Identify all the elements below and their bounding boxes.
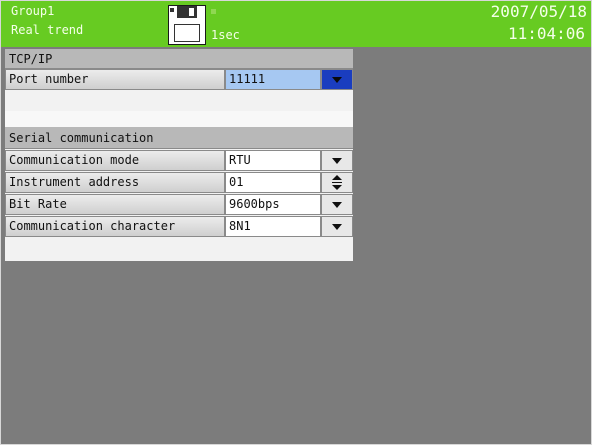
chevron-down-icon	[332, 158, 342, 164]
chevron-down-icon	[332, 202, 342, 208]
screen: Group1 Real trend 1sec 2007/05/18 11:04:…	[0, 0, 592, 445]
bit-rate-dropdown-button[interactable]	[321, 194, 353, 215]
spinner-down-icon[interactable]	[332, 185, 342, 190]
chevron-down-icon	[332, 224, 342, 230]
communication-mode-row[interactable]: Communication mode RTU	[5, 150, 353, 171]
port-number-field[interactable]: 11111	[225, 69, 321, 90]
instrument-address-field[interactable]: 01	[225, 172, 321, 193]
communication-mode-dropdown-button[interactable]	[321, 150, 353, 171]
status-header: Group1 Real trend 1sec 2007/05/18 11:04:…	[1, 1, 591, 47]
spinner-up-icon[interactable]	[332, 175, 342, 180]
sample-interval: 1sec	[211, 28, 240, 42]
communication-character-field[interactable]: 8N1	[225, 216, 321, 237]
communication-settings-panel: TCP/IP Port number 11111 Serial communic…	[5, 49, 353, 261]
bit-rate-label: Bit Rate	[5, 194, 225, 215]
date-display: 2007/05/18	[490, 2, 587, 21]
bit-rate-row[interactable]: Bit Rate 9600bps	[5, 194, 353, 215]
section-divider	[5, 111, 353, 127]
instrument-address-label: Instrument address	[5, 172, 225, 193]
port-number-row[interactable]: Port number 11111	[5, 69, 353, 90]
communication-character-row[interactable]: Communication character 8N1	[5, 216, 353, 237]
port-number-label: Port number	[5, 69, 225, 90]
communication-mode-label: Communication mode	[5, 150, 225, 171]
tcpip-section-title: TCP/IP	[5, 49, 353, 69]
disk-status-indicator	[211, 9, 216, 14]
instrument-address-spinner[interactable]	[321, 172, 353, 193]
communication-character-dropdown-button[interactable]	[321, 216, 353, 237]
floppy-disk-icon	[168, 5, 206, 45]
communication-mode-field[interactable]: RTU	[225, 150, 321, 171]
communication-character-label: Communication character	[5, 216, 225, 237]
view-mode: Real trend	[11, 23, 84, 37]
instrument-address-row[interactable]: Instrument address 01	[5, 172, 353, 193]
group-name: Group1	[11, 4, 55, 18]
chevron-down-icon	[332, 77, 342, 83]
port-number-dropdown-button[interactable]	[321, 69, 353, 90]
time-display: 11:04:06	[507, 24, 585, 43]
bit-rate-field[interactable]: 9600bps	[225, 194, 321, 215]
serial-section-title: Serial communication	[5, 127, 353, 149]
